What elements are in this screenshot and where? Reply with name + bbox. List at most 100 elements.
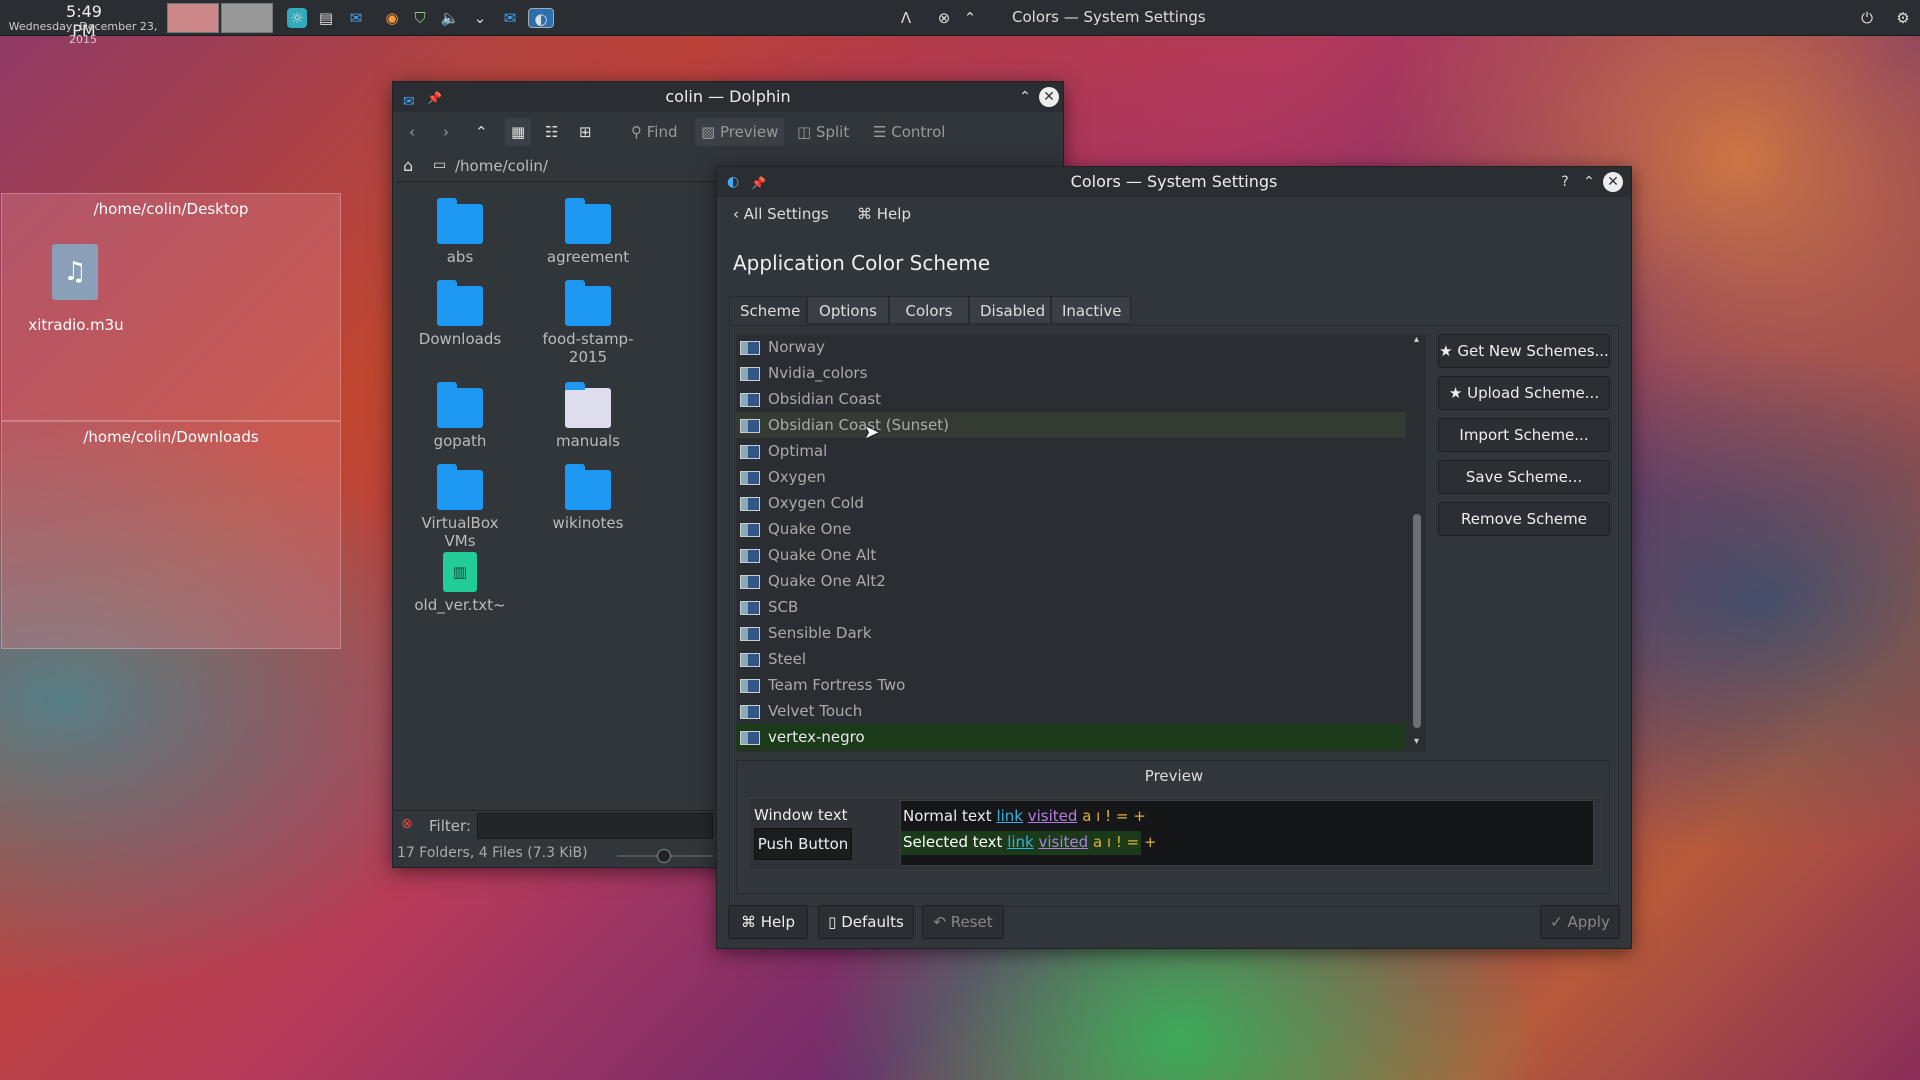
chrome-icon[interactable]: ◉ [382, 8, 402, 28]
file-item[interactable]: ▥ old_ver.txt~ [405, 552, 515, 614]
list-item[interactable]: Team Fortress Two [736, 672, 1406, 698]
list-item[interactable]: Velvet Touch [736, 698, 1406, 724]
maximize-icon[interactable]: ⌃ [1015, 87, 1035, 107]
preview-push-button[interactable]: Push Button [754, 828, 852, 860]
filter-input[interactable] [477, 813, 713, 839]
help-button[interactable]: ⌘ Help [728, 905, 808, 939]
menu-icon: ☰ [873, 123, 892, 141]
remove-scheme-button[interactable]: Remove Scheme [1438, 502, 1610, 536]
up-icon[interactable]: ⌃ [469, 118, 494, 146]
clear-filter-icon[interactable]: ⊗ [401, 816, 413, 832]
icons-view-icon[interactable]: ▦ [505, 118, 532, 146]
list-item[interactable]: Oxygen [736, 464, 1406, 490]
upload-scheme-button[interactable]: ★ Upload Scheme... [1438, 376, 1610, 410]
terminal-icon[interactable]: ▤ [316, 8, 336, 28]
tab-scheme[interactable]: Scheme [729, 296, 807, 324]
active-window-title[interactable]: Colors — System Settings [1012, 8, 1206, 26]
scroll-down-icon[interactable]: ▾ [1414, 736, 1419, 747]
close-icon[interactable]: ✕ [1039, 87, 1059, 107]
close-icon[interactable]: ✕ [1603, 172, 1623, 192]
import-scheme-button[interactable]: Import Scheme... [1438, 418, 1610, 452]
folder-item[interactable]: abs [405, 198, 515, 266]
scrollbar[interactable]: ▴ ▾ [1410, 334, 1424, 752]
all-settings-button[interactable]: ‹ All Settings [733, 205, 829, 223]
zoom-slider-handle[interactable] [657, 849, 671, 863]
mail-alt-icon[interactable]: ✉ [500, 8, 520, 28]
scheme-swatch-icon [740, 731, 760, 745]
scroll-up-icon[interactable]: ▴ [1414, 334, 1419, 345]
special-chars: a ı ! = + [1092, 833, 1157, 851]
folder-item[interactable]: Downloads [405, 280, 515, 348]
pager-desktop-1[interactable] [167, 3, 219, 33]
tab-colors[interactable]: Colors [889, 296, 969, 324]
forward-icon[interactable]: › [437, 118, 455, 146]
list-item-selected[interactable]: vertex-negro [736, 724, 1406, 750]
folder-view-title[interactable]: /home/colin/Desktop [2, 194, 340, 224]
back-icon[interactable]: ‹ [403, 118, 421, 146]
pager-desktop-2[interactable] [221, 3, 273, 33]
audio-file-icon[interactable]: ♫ [52, 244, 98, 300]
list-item[interactable]: Nvidia_colors [736, 360, 1406, 386]
get-new-schemes-button[interactable]: ★ Get New Schemes... [1438, 334, 1610, 368]
desktop-file-label[interactable]: xitradio.m3u [12, 316, 140, 334]
dolphin-titlebar[interactable]: ✉ 📌 colin — Dolphin ⌃ ✕ [393, 82, 1063, 112]
scrollbar-thumb[interactable] [1413, 514, 1421, 728]
list-item[interactable]: Quake One [736, 516, 1406, 542]
clock-date[interactable]: Wednesday, December 23, 2015 [2, 20, 164, 46]
tab-disabled[interactable]: Disabled [969, 296, 1051, 324]
location-path[interactable]: /home/colin/ [455, 157, 548, 175]
list-item[interactable]: Oxygen Cold [736, 490, 1406, 516]
home-icon[interactable]: ⌂ [403, 156, 413, 175]
volume-icon[interactable]: 🔈 [440, 8, 460, 28]
folder-item[interactable]: gopath [405, 382, 515, 450]
folder-item[interactable]: agreement [533, 198, 643, 266]
mail-icon[interactable]: ✉ [346, 8, 366, 28]
help-question-icon[interactable]: ? [1555, 172, 1575, 192]
defaults-button[interactable]: ▯ Defaults [818, 905, 914, 939]
apply-button[interactable]: ✓ Apply [1540, 905, 1620, 939]
list-item[interactable]: Quake One Alt2 [736, 568, 1406, 594]
close-circle-icon[interactable]: ⊗ [934, 8, 954, 28]
pin-icon[interactable]: 📌 [751, 168, 766, 198]
link-text: link [1007, 833, 1034, 851]
power-icon[interactable]: ⏻ [1857, 8, 1877, 28]
list-item[interactable]: Optimal [736, 438, 1406, 464]
find-button[interactable]: ⚲ Find [625, 118, 684, 146]
scheme-list[interactable]: Norway Nvidia_colors Obsidian Coast Obsi… [736, 334, 1426, 752]
list-item[interactable]: SCB [736, 594, 1406, 620]
folder-item[interactable]: VirtualBox VMs [405, 464, 515, 550]
maximize-icon[interactable]: ⌃ [1579, 172, 1599, 192]
tab-inactive[interactable]: Inactive [1051, 296, 1131, 324]
caret-icon[interactable]: Ʌ [896, 8, 916, 28]
control-button[interactable]: ☰ Control [867, 118, 951, 146]
folder-view-title[interactable]: /home/colin/Downloads [2, 422, 340, 452]
folder-item[interactable]: manuals [533, 382, 643, 450]
details-view-icon[interactable]: ⊞ [573, 118, 598, 146]
compact-view-icon[interactable]: ☷ [539, 118, 564, 146]
list-item[interactable]: Sensible Dark [736, 620, 1406, 646]
chevron-down-icon[interactable]: ⌄ [470, 8, 490, 28]
reset-button[interactable]: ↶ Reset [922, 905, 1004, 939]
preview-button[interactable]: ▨ Preview [695, 118, 785, 146]
gear-icon[interactable]: ⚙ [1893, 8, 1913, 28]
system-settings-task-icon[interactable]: ◐ [528, 8, 554, 28]
help-nav-button[interactable]: ⌘ Help [857, 205, 911, 223]
list-item[interactable]: Norway [736, 334, 1406, 360]
settings-app-icon[interactable]: ◐ [727, 167, 739, 197]
list-item[interactable]: Quake One Alt [736, 542, 1406, 568]
shield-icon[interactable]: ⛉ [410, 8, 430, 28]
list-item[interactable]: Obsidian Coast [736, 386, 1406, 412]
list-item[interactable]: Steel [736, 646, 1406, 672]
app-launcher-icon[interactable]: ☼ [287, 8, 307, 28]
text-file-icon: ▥ [443, 552, 477, 592]
folder-item[interactable]: food-stamp-2015 [533, 280, 643, 366]
pin-icon[interactable]: 📌 [427, 83, 442, 113]
scheme-swatch-icon [740, 445, 760, 459]
tab-options[interactable]: Options [807, 296, 889, 324]
folder-item[interactable]: wikinotes [533, 464, 643, 532]
list-item[interactable]: Obsidian Coast (Sunset) [736, 412, 1406, 438]
save-scheme-button[interactable]: Save Scheme... [1438, 460, 1610, 494]
chevron-up-icon[interactable]: ⌃ [960, 8, 980, 28]
split-button[interactable]: ◫ Split [791, 118, 855, 146]
settings-titlebar[interactable]: ◐ 📌 Colors — System Settings ? ⌃ ✕ [717, 167, 1631, 197]
